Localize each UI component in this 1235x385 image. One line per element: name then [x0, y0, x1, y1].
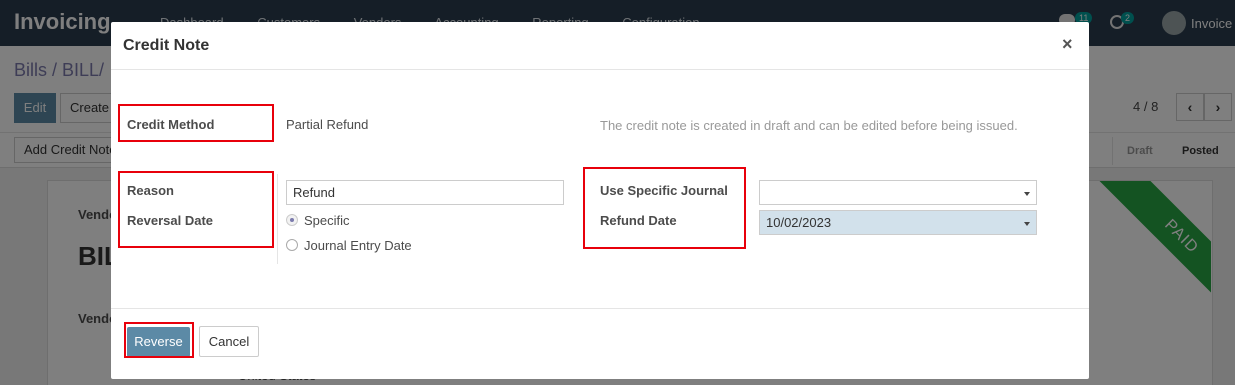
caret-down-icon	[1024, 222, 1030, 226]
credit-note-dialog: Credit Note × Credit Method Partial Refu…	[111, 22, 1089, 379]
highlight-reason	[118, 171, 274, 248]
close-icon[interactable]: ×	[1062, 34, 1073, 54]
radio-journal-entry-date-label[interactable]: Journal Entry Date	[304, 238, 412, 253]
radio-specific-label[interactable]: Specific	[304, 213, 350, 228]
highlight-credit-method	[118, 104, 274, 142]
credit-method-help: The credit note is created in draft and …	[600, 118, 1018, 133]
radio-specific[interactable]	[286, 214, 298, 226]
journal-select[interactable]	[759, 180, 1037, 205]
highlight-reverse	[124, 322, 194, 358]
cancel-button[interactable]: Cancel	[199, 326, 259, 357]
dialog-header: Credit Note ×	[111, 22, 1089, 70]
dialog-footer: Reverse Cancel	[111, 308, 1089, 379]
field-divider	[277, 174, 278, 264]
refund-date-value: 10/02/2023	[766, 215, 832, 230]
radio-journal-entry-date[interactable]	[286, 239, 298, 251]
refund-date-field[interactable]: 10/02/2023	[759, 210, 1037, 235]
dialog-title: Credit Note	[123, 37, 210, 54]
highlight-journal	[583, 167, 746, 249]
reason-input[interactable]	[286, 180, 564, 205]
credit-method-value[interactable]: Partial Refund	[286, 117, 368, 132]
caret-down-icon	[1024, 192, 1030, 196]
